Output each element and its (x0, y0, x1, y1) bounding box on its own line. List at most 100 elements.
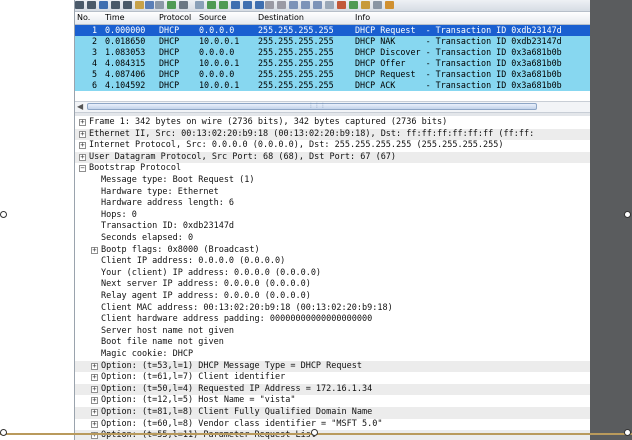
detail-text: Server host name not given (101, 325, 235, 336)
expand-icon[interactable]: + (79, 119, 86, 126)
main-toolbar (75, 0, 590, 12)
detail-tree-item[interactable]: Server host name not given (75, 326, 590, 338)
resize-handle-left[interactable] (0, 211, 7, 218)
packet-info: DHCP NAK - Transaction ID 0xdb23147d (355, 36, 562, 46)
save-file-icon[interactable] (145, 1, 154, 9)
detail-tree-item[interactable]: Relay agent IP address: 0.0.0.0 (0.0.0.0… (75, 291, 590, 303)
detail-text: Your (client) IP address: 0.0.0.0 (0.0.0… (101, 267, 322, 278)
detail-tree-item[interactable]: − Bootstrap Protocol (75, 163, 590, 175)
scroll-left-arrow-icon[interactable]: ◀ (77, 102, 83, 111)
zoom-in-icon[interactable] (289, 1, 298, 9)
go-forward-icon[interactable] (219, 1, 228, 9)
detail-text: Client MAC address: 00:13:02:20:b9:18 (0… (101, 302, 393, 313)
detail-tree-item[interactable]: Magic cookie: DHCP (75, 349, 590, 361)
detail-tree-item[interactable]: + Option: (t=12,l=5) Host Name = "vista" (75, 395, 590, 407)
go-first-icon[interactable] (243, 1, 252, 9)
help-icon[interactable] (385, 1, 394, 9)
print-icon[interactable] (179, 1, 188, 9)
expand-icon[interactable]: + (79, 153, 86, 161)
coloring-rules-icon[interactable] (361, 1, 370, 9)
detail-tree-item[interactable]: Client IP address: 0.0.0.0 (0.0.0.0) (75, 256, 590, 268)
column-header-source[interactable]: Source (199, 13, 226, 22)
detail-tree-item[interactable]: Hardware type: Ethernet (75, 187, 590, 199)
capture-interfaces-icon[interactable] (75, 1, 84, 9)
packet-row[interactable]: 2 0.018650 DHCP 10.0.0.1 255.255.255.255 DHCP… (75, 36, 590, 47)
capture-filters-icon[interactable] (337, 1, 346, 9)
go-last-icon[interactable] (255, 1, 264, 9)
detail-tree-item[interactable]: Next server IP address: 0.0.0.0 (0.0.0.0… (75, 279, 590, 291)
capture-options-icon[interactable] (87, 1, 96, 9)
packet-row[interactable]: 6 4.104592 DHCP 10.0.0.1 255.255.255.255 DHCP… (75, 80, 590, 91)
resize-handle-right[interactable] (624, 211, 631, 218)
expand-icon[interactable]: + (79, 130, 86, 138)
packet-no: 5 (91, 69, 97, 79)
go-to-packet-icon[interactable] (231, 1, 240, 9)
packet-row[interactable]: 3 1.083053 DHCP 0.0.0.0 255.255.255.255 DHCP … (75, 47, 590, 58)
detail-tree-item[interactable]: Transaction ID: 0xdb23147d (75, 221, 590, 233)
zoom-out-icon[interactable] (301, 1, 310, 9)
detail-tree-item[interactable]: Seconds elapsed: 0 (75, 233, 590, 245)
expand-icon[interactable]: + (91, 374, 98, 382)
detail-tree-item[interactable]: Hardware address length: 6 (75, 198, 590, 210)
detail-tree-item[interactable]: + Option: (t=50,l=4) Requested IP Address… (75, 383, 590, 396)
detail-tree-item[interactable]: Client hardware address padding: 0000000… (75, 314, 590, 326)
expand-icon[interactable]: + (79, 142, 86, 150)
expand-icon[interactable]: + (91, 420, 98, 428)
packet-time: 0.018650 (105, 36, 146, 46)
expand-icon[interactable]: + (91, 246, 98, 254)
packet-list-header: No. Time Protocol Source Destination Inf… (75, 12, 590, 25)
reload-icon[interactable] (167, 1, 176, 9)
close-file-icon[interactable] (155, 1, 164, 9)
packet-info: DHCP Request - Transaction ID 0x3a681b0b (355, 69, 562, 79)
detail-tree-item[interactable]: Boot file name not given (75, 337, 590, 349)
detail-tree-item[interactable]: + Internet Protocol, Src: 0.0.0.0 (0.0.0.… (75, 140, 590, 152)
column-header-destination[interactable]: Destination (258, 13, 304, 22)
open-file-icon[interactable] (135, 1, 144, 9)
detail-tree-item[interactable]: + Option: (t=55,l=11) Parameter Request L… (75, 430, 590, 440)
packet-row[interactable]: 5 4.087406 DHCP 0.0.0.0 255.255.255.255 DHCP … (75, 69, 590, 80)
detail-tree-item[interactable]: + Ethernet II, Src: 00:13:02:20:b9:18 (00… (75, 128, 590, 141)
resize-handle-bottom-left[interactable] (0, 429, 7, 436)
column-header-no[interactable]: No. (77, 13, 90, 22)
start-capture-icon[interactable] (99, 1, 108, 9)
detail-text: Option: (t=50,l=4) Requested IP Address … (101, 383, 373, 394)
auto-scroll-icon[interactable] (277, 1, 286, 9)
column-header-info[interactable]: Info (355, 13, 370, 22)
detail-tree-item[interactable]: + Option: (t=61,l=7) Client identifier (75, 372, 590, 384)
detail-tree-item[interactable]: + Frame 1: 342 bytes on wire (2736 bits),… (75, 117, 590, 129)
packet-destination: 255.255.255.255 (258, 69, 334, 79)
detail-tree-item[interactable]: + Bootp flags: 0x8000 (Broadcast) (75, 245, 590, 257)
find-packet-icon[interactable] (195, 1, 204, 9)
display-filters-icon[interactable] (349, 1, 358, 9)
colorize-icon[interactable] (265, 1, 274, 9)
packet-protocol: DHCP (159, 58, 180, 68)
detail-tree-item[interactable]: Message type: Boot Request (1) (75, 175, 590, 187)
resize-handle-bottom-right[interactable] (624, 429, 631, 436)
column-header-protocol[interactable]: Protocol (159, 13, 191, 22)
detail-tree-item[interactable]: Your (client) IP address: 0.0.0.0 (0.0.0… (75, 268, 590, 280)
packet-row[interactable]: 4 4.084315 DHCP 10.0.0.1 255.255.255.255 DHCP… (75, 58, 590, 69)
packet-info: DHCP Request - Transaction ID 0xdb23147d (355, 25, 562, 35)
preferences-icon[interactable] (373, 1, 382, 9)
detail-tree-item[interactable]: + User Datagram Protocol, Src Port: 68 (6… (75, 151, 590, 164)
stop-capture-icon[interactable] (111, 1, 120, 9)
column-header-time[interactable]: Time (105, 13, 125, 22)
packet-row[interactable]: 1 0.000000 DHCP 0.0.0.0 255.255.255.255 DHCP … (75, 25, 590, 36)
detail-tree-item[interactable]: Client MAC address: 00:13:02:20:b9:18 (0… (75, 303, 590, 315)
normal-size-icon[interactable] (313, 1, 322, 9)
collapse-icon[interactable]: − (79, 165, 86, 173)
resize-columns-icon[interactable] (325, 1, 334, 9)
go-back-icon[interactable] (207, 1, 216, 9)
expand-icon[interactable]: + (91, 409, 98, 416)
expand-icon[interactable]: + (91, 385, 98, 393)
resize-handle-bottom-center[interactable] (311, 429, 318, 436)
detail-tree-item[interactable]: + Option: (t=53,l=1) DHCP Message Type = … (75, 360, 590, 373)
detail-tree-item[interactable]: + Option: (t=81,l=8) Client Fully Qualifi… (75, 407, 590, 419)
packet-time: 0.000000 (105, 25, 146, 35)
detail-tree-item[interactable]: + Option: (t=60,l=8) Vendor class identif… (75, 419, 590, 431)
restart-capture-icon[interactable] (123, 1, 132, 9)
packet-list-horizontal-scrollbar[interactable]: ◀ ⋮⋮⋮ (75, 101, 590, 113)
expand-icon[interactable]: + (91, 362, 98, 370)
detail-tree-item[interactable]: Hops: 0 (75, 210, 590, 222)
expand-icon[interactable]: + (91, 397, 98, 405)
